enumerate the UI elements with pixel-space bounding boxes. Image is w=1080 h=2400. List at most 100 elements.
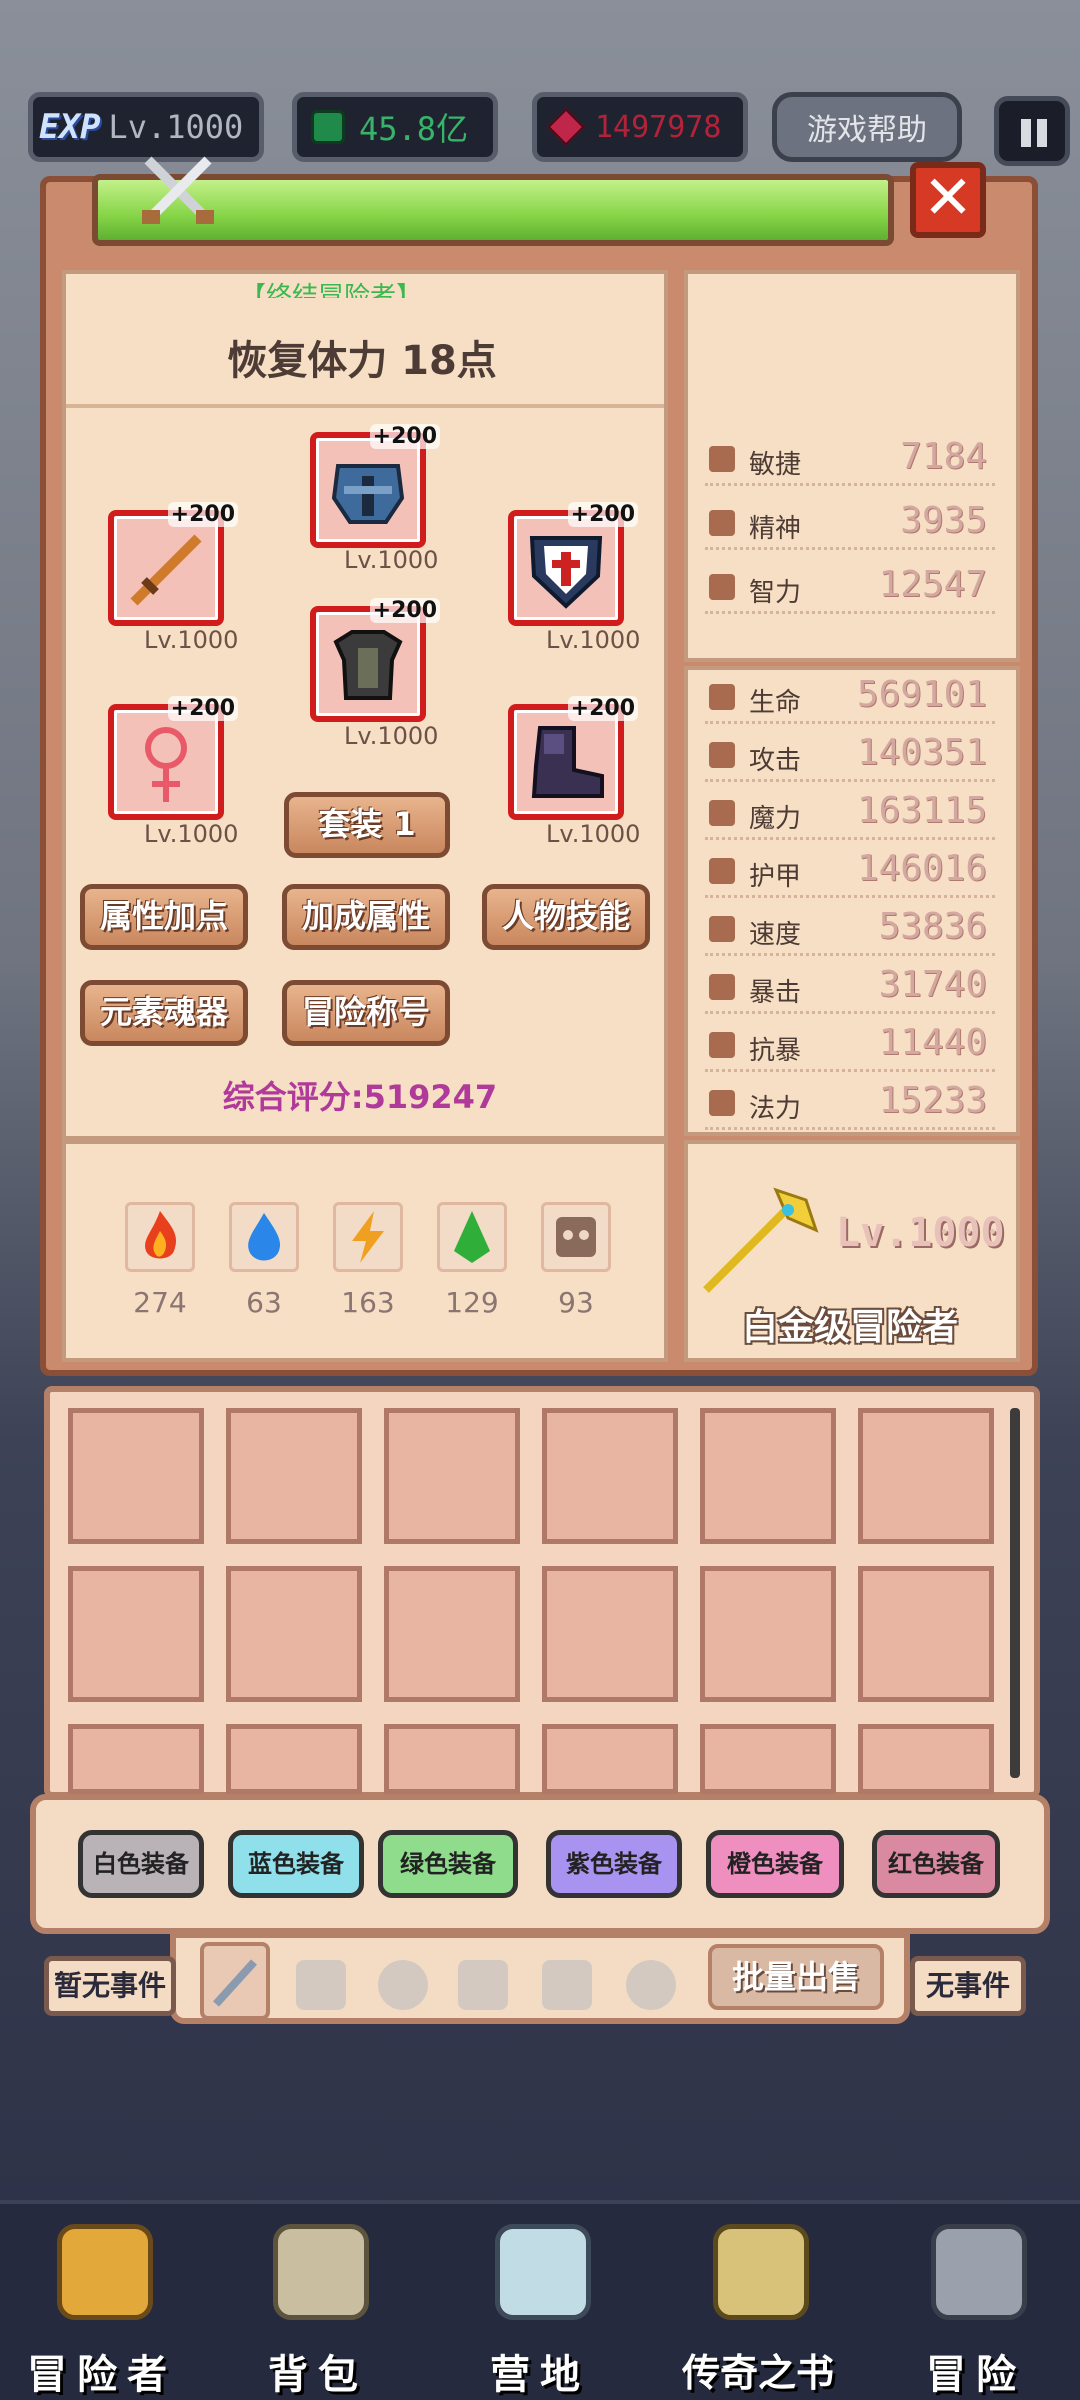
helmet-icon [331, 464, 405, 524]
spirit-icon [709, 510, 735, 536]
tab-helmet-icon[interactable] [378, 1960, 428, 2010]
wind-count: 129 [445, 1286, 499, 1319]
close-button[interactable]: ✕ [910, 162, 986, 238]
ruby-currency-box: 1497978 [532, 92, 748, 162]
stat-value: 15233 [878, 1080, 987, 1121]
element-soul-button[interactable]: 元素魂器 [80, 980, 248, 1046]
dark-element[interactable] [541, 1202, 611, 1272]
stat-value: 7184 [900, 436, 987, 477]
nav-backpack-label: 背包 [268, 2352, 368, 2398]
char-skills-button[interactable]: 人物技能 [482, 884, 650, 950]
necklace-plus: +200 [167, 696, 238, 721]
bonus-attr-button[interactable]: 加成属性 [282, 884, 450, 950]
inventory-slot[interactable] [700, 1566, 836, 1702]
nav-camp[interactable]: 营地 [450, 2224, 630, 2398]
subtitle-partial: 【终结冒险者】 [240, 282, 423, 298]
nav-backpack[interactable]: 背包 [228, 2224, 408, 2398]
thunder-element[interactable] [333, 1202, 403, 1272]
stat-value: 146016 [856, 848, 987, 889]
overall-score: 综合评分:519247 [222, 1078, 498, 1116]
inventory-scrollbar[interactable] [1010, 1408, 1020, 1778]
boots-plus: +200 [567, 696, 638, 721]
inventory-slot[interactable] [68, 1566, 204, 1702]
rank-title: 白金级冒险者 [741, 1307, 958, 1348]
tab-accessory-icon[interactable] [626, 1960, 676, 2010]
game-help-button[interactable]: 游戏帮助 [772, 92, 962, 162]
book-icon [713, 2224, 809, 2320]
set-button[interactable]: 套装 1 [284, 792, 450, 858]
stat-name: 抗暴 [749, 1036, 802, 1066]
magic-icon [709, 800, 735, 826]
golden-staff-icon [696, 1170, 826, 1300]
bulk-sell-button[interactable]: 批量出售 [708, 1944, 884, 2010]
filter-red-button[interactable]: 红色装备 [872, 1830, 1000, 1898]
tab-pants-icon[interactable] [542, 1960, 592, 2010]
inventory-slot[interactable] [226, 1566, 362, 1702]
stat-name: 攻击 [749, 746, 802, 776]
intellect-icon [709, 574, 735, 600]
speed-icon [709, 916, 735, 942]
thunder-icon [352, 1211, 384, 1263]
filter-blue-button[interactable]: 蓝色装备 [228, 1830, 364, 1898]
water-element[interactable] [229, 1202, 299, 1272]
inventory-slot[interactable] [68, 1724, 204, 1794]
nav-adventurer[interactable]: 冒险者 [12, 2224, 192, 2398]
inventory-slot[interactable] [542, 1408, 678, 1544]
fire-element[interactable] [125, 1202, 195, 1272]
filter-green-button[interactable]: 绿色装备 [378, 1830, 518, 1898]
stat-name: 魔力 [749, 804, 802, 834]
inventory-slot[interactable] [700, 1724, 836, 1794]
attr-points-button[interactable]: 属性加点 [80, 884, 248, 950]
stat-value: 11440 [878, 1022, 987, 1063]
stat-row: 生命 569101 [705, 672, 995, 724]
nav-adventurer-label: 冒险者 [27, 2352, 177, 2398]
health-icon [709, 684, 735, 710]
stat-name: 生命 [749, 688, 802, 718]
exp-badge: EXP [39, 107, 101, 147]
inventory-slot[interactable] [858, 1724, 994, 1794]
boots-icon [531, 726, 604, 798]
inventory-slot[interactable] [384, 1408, 520, 1544]
attack-icon [709, 742, 735, 768]
inventory-slot[interactable] [384, 1724, 520, 1794]
nav-legend-book[interactable]: 传奇之书 [668, 2224, 848, 2395]
dark-icon [556, 1217, 596, 1257]
stamina-divider [66, 404, 664, 408]
stat-name: 速度 [749, 920, 802, 950]
sword-icon [130, 534, 202, 606]
fire-count: 274 [133, 1286, 187, 1319]
pause-button[interactable] [994, 96, 1070, 166]
tab-chest-icon[interactable] [458, 1960, 508, 2010]
weapon-slot[interactable]: +200 [108, 502, 238, 626]
tab-armor-icon[interactable] [296, 1960, 346, 2010]
inventory-slot[interactable] [68, 1408, 204, 1544]
helmet-slot[interactable]: +200 [310, 424, 440, 548]
wind-element[interactable] [437, 1202, 507, 1272]
inventory-slot[interactable] [226, 1408, 362, 1544]
inventory-slot[interactable] [858, 1408, 994, 1544]
necklace-slot[interactable]: +200 [108, 696, 238, 820]
filter-white-button[interactable]: 白色装备 [78, 1830, 204, 1898]
tab-weapon[interactable] [200, 1942, 270, 2020]
stat-value: 3935 [900, 500, 987, 541]
inventory-slot[interactable] [858, 1566, 994, 1702]
filter-orange-button[interactable]: 橙色装备 [706, 1830, 844, 1898]
filter-purple-button[interactable]: 紫色装备 [546, 1830, 682, 1898]
nav-adventure[interactable]: 冒险 [886, 2224, 1066, 2398]
inventory-slot[interactable] [700, 1408, 836, 1544]
emerald-icon [311, 110, 345, 144]
inventory-slot[interactable] [226, 1724, 362, 1794]
inventory-slot[interactable] [384, 1566, 520, 1702]
stat-value: 163115 [856, 790, 987, 831]
stat-name: 敏捷 [749, 450, 802, 480]
inventory-slot[interactable] [542, 1566, 678, 1702]
stat-row: 精神 3935 [705, 498, 995, 550]
inventory-slot[interactable] [542, 1724, 678, 1794]
adv-title-button[interactable]: 冒险称号 [282, 980, 450, 1046]
banner-icon [495, 2224, 591, 2320]
stamina-text: 恢复体力 18点 [227, 338, 497, 384]
shield-slot[interactable]: +200 [508, 502, 638, 626]
armor-slot[interactable]: +200 [310, 598, 440, 722]
backpack-icon [273, 2224, 369, 2320]
boots-slot[interactable]: +200 [508, 696, 638, 820]
